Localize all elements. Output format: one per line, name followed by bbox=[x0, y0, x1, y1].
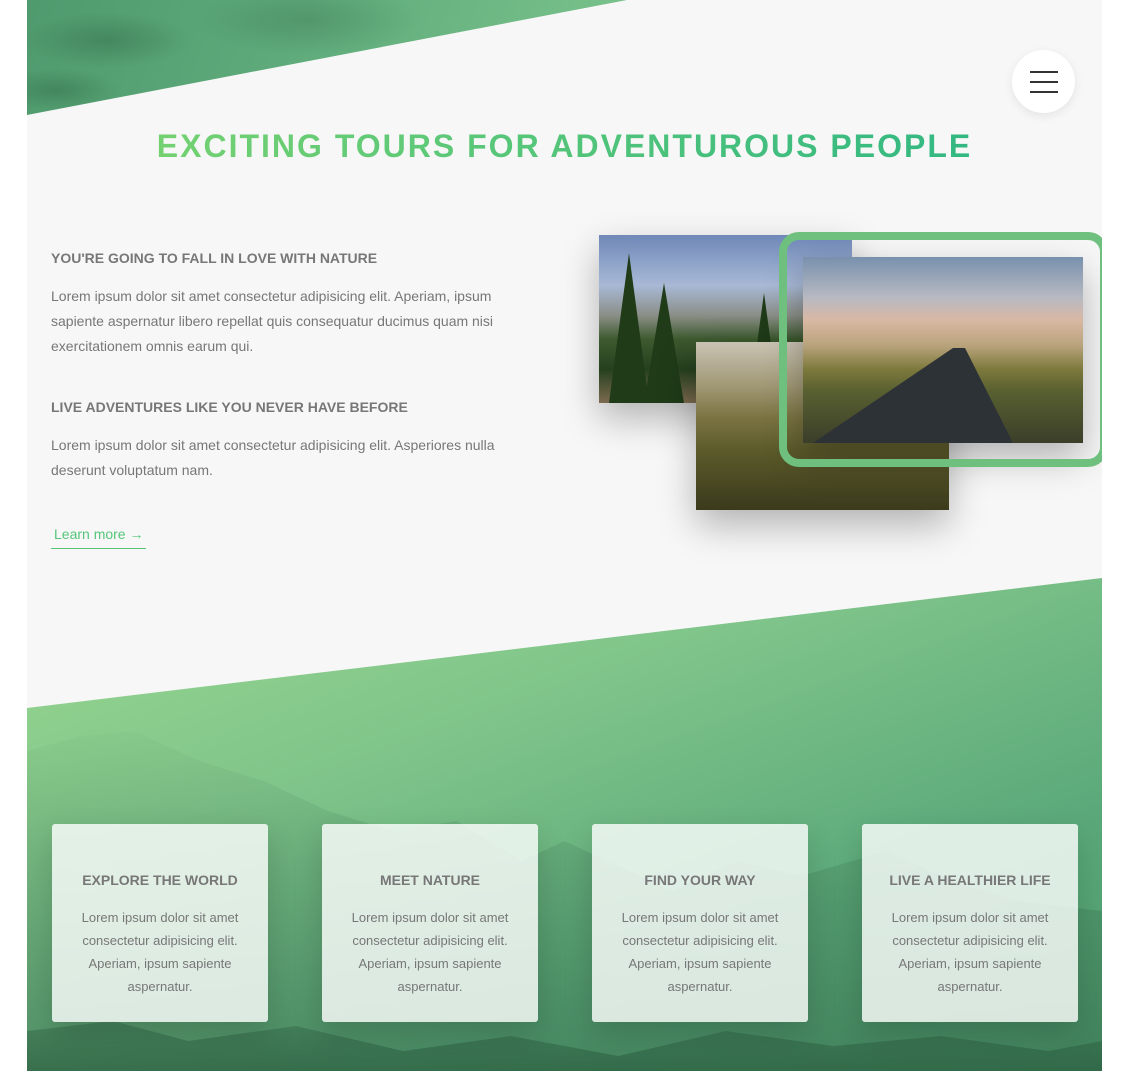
tree-shape bbox=[644, 283, 684, 403]
navigation-menu-button[interactable] bbox=[1012, 50, 1075, 113]
feature-card-text: Lorem ipsum dolor sit amet consectetur a… bbox=[351, 910, 509, 994]
about-paragraph-1: Lorem ipsum dolor sit amet consectetur a… bbox=[51, 288, 494, 354]
feature-card[interactable]: MEET NATURE Lorem ipsum dolor sit amet c… bbox=[322, 824, 538, 1022]
hamburger-menu-icon-line bbox=[1029, 90, 1058, 93]
about-paragraph-2: Lorem ipsum dolor sit amet consectetur a… bbox=[51, 437, 495, 478]
section-title: EXCITING TOURS FOR ADVENTUROUS PEOPLE bbox=[27, 128, 1102, 165]
feature-card-text: Lorem ipsum dolor sit amet consectetur a… bbox=[81, 910, 239, 994]
feature-card-text: Lorem ipsum dolor sit amet consectetur a… bbox=[621, 910, 779, 994]
feature-card[interactable]: FIND YOUR WAY Lorem ipsum dolor sit amet… bbox=[592, 824, 808, 1022]
photo-highlight-frame bbox=[779, 232, 1102, 467]
feature-card-text: Lorem ipsum dolor sit amet consectetur a… bbox=[891, 910, 1049, 994]
hamburger-menu-icon bbox=[1029, 70, 1058, 73]
feature-card-title: LIVE A HEALTHIER LIFE bbox=[889, 872, 1051, 888]
about-text: YOU'RE GOING TO FALL IN LOVE WITH NATURE… bbox=[51, 250, 521, 549]
about-heading-1: YOU'RE GOING TO FALL IN LOVE WITH NATURE bbox=[51, 250, 378, 266]
feature-card-title: EXPLORE THE WORLD bbox=[82, 872, 238, 888]
about-heading-2: LIVE ADVENTURES LIKE YOU NEVER HAVE BEFO… bbox=[51, 399, 408, 415]
header-hero-wedge bbox=[27, 0, 627, 115]
mountain-texture bbox=[27, 0, 627, 115]
feature-card[interactable]: LIVE A HEALTHIER LIFE Lorem ipsum dolor … bbox=[862, 824, 1078, 1022]
tree-shape bbox=[609, 253, 649, 403]
feature-card-title: FIND YOUR WAY bbox=[644, 872, 756, 888]
feature-card[interactable]: EXPLORE THE WORLD Lorem ipsum dolor sit … bbox=[52, 824, 268, 1022]
hamburger-menu-icon-line bbox=[1029, 80, 1058, 83]
feature-card-title: MEET NATURE bbox=[379, 872, 481, 888]
page: EXCITING TOURS FOR ADVENTUROUS PEOPLE YO… bbox=[27, 0, 1102, 1071]
learn-more-link[interactable]: Learn more → bbox=[51, 523, 147, 549]
